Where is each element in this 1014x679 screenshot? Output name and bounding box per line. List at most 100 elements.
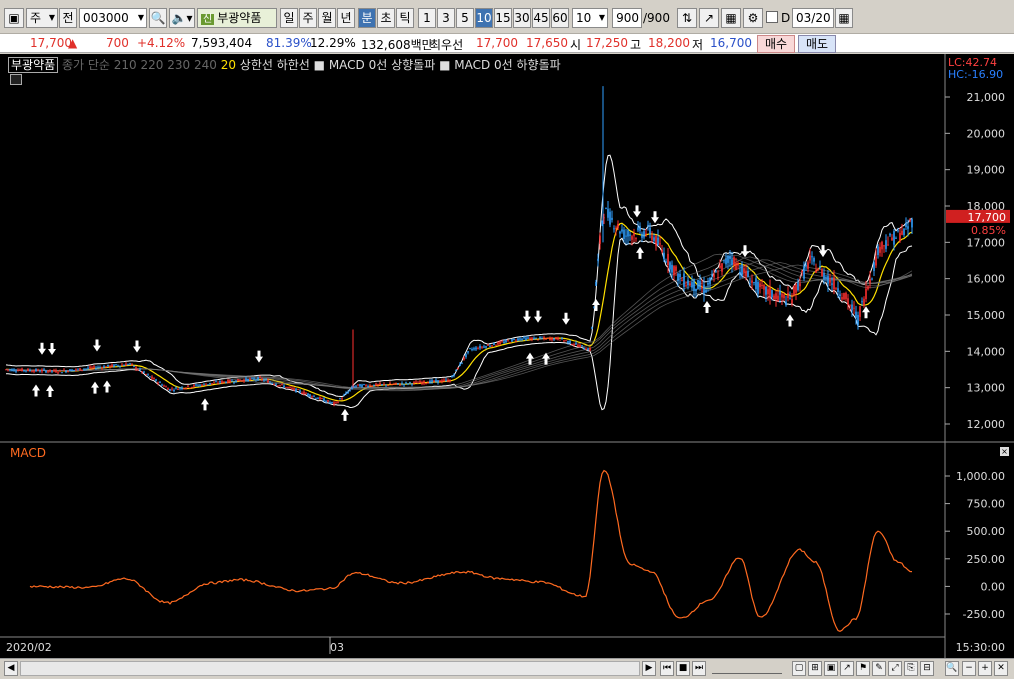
candle-body bbox=[679, 273, 681, 278]
price-tick-label: 17,000 bbox=[967, 236, 1006, 249]
candle-body bbox=[885, 240, 887, 249]
candle-body bbox=[437, 380, 439, 383]
scroll-track[interactable] bbox=[20, 661, 640, 676]
candle-body bbox=[99, 367, 101, 369]
chart-canvas[interactable]: 21,00020,00019,00018,00017,00016,00015,0… bbox=[0, 54, 1014, 658]
candle-body bbox=[341, 398, 343, 400]
candle-body bbox=[469, 348, 471, 350]
window-split-icon[interactable]: ▦ bbox=[721, 8, 741, 28]
candle-body bbox=[417, 382, 419, 384]
minute-15[interactable]: 15 bbox=[494, 8, 512, 28]
candle-body bbox=[475, 347, 477, 350]
candle-body bbox=[579, 345, 581, 348]
minute-10[interactable]: 10 bbox=[475, 8, 493, 28]
candle-body bbox=[639, 226, 641, 231]
chart-panel[interactable]: 21,000 20,000 19,000 18,000 17,000 16,000 15,0… bbox=[0, 54, 1014, 658]
candle-body bbox=[207, 384, 209, 386]
buy-button[interactable]: 매수 bbox=[757, 35, 795, 53]
tool-icon-9[interactable]: ⊟ bbox=[920, 661, 934, 676]
candle-body bbox=[697, 279, 699, 289]
prev-button[interactable]: 전 bbox=[59, 8, 77, 28]
close-icon[interactable]: ✕ bbox=[994, 661, 1008, 676]
interval-tick[interactable]: 틱 bbox=[396, 8, 414, 28]
tool-icon-2[interactable]: ⊞ bbox=[808, 661, 822, 676]
minute-1[interactable]: 1 bbox=[418, 8, 436, 28]
candle-body bbox=[753, 282, 755, 284]
interval-second[interactable]: 초 bbox=[377, 8, 395, 28]
count-select[interactable]: 10 ▼ bbox=[572, 8, 608, 28]
tool-icon-1[interactable]: ▢ bbox=[792, 661, 806, 676]
candle-body bbox=[401, 383, 403, 385]
window-icon[interactable]: ▣ bbox=[4, 8, 24, 28]
candle-body bbox=[115, 364, 117, 366]
minute-30[interactable]: 30 bbox=[513, 8, 531, 28]
candle-body bbox=[463, 357, 465, 360]
ma20-line bbox=[5, 222, 913, 402]
candle-body bbox=[619, 231, 621, 234]
candle-body bbox=[769, 287, 771, 298]
interval-week[interactable]: 주 bbox=[299, 8, 317, 28]
candle-body bbox=[197, 385, 199, 387]
search-icon[interactable]: 🔍 bbox=[149, 8, 167, 28]
last-icon[interactable]: ⏭ bbox=[692, 661, 706, 676]
candle-body bbox=[781, 293, 783, 298]
sell-button[interactable]: 매도 bbox=[798, 35, 836, 53]
candle-body bbox=[43, 369, 45, 371]
candle-body bbox=[783, 294, 785, 299]
candle-body bbox=[269, 381, 271, 383]
minute-45[interactable]: 45 bbox=[532, 8, 550, 28]
candle-body bbox=[617, 223, 619, 229]
candle-body bbox=[519, 338, 521, 340]
zoom-in-icon[interactable]: + bbox=[978, 661, 992, 676]
date-input[interactable]: 03/20 bbox=[792, 8, 834, 28]
candle-body bbox=[683, 273, 685, 287]
macd-close-icon[interactable]: × bbox=[1000, 447, 1009, 456]
interval-month[interactable]: 월 bbox=[318, 8, 336, 28]
legend-grid-icon[interactable] bbox=[10, 74, 22, 85]
chart-tool-icon[interactable]: ⇅ bbox=[677, 8, 697, 28]
stock-code-input[interactable]: 003000 ▼ bbox=[79, 8, 147, 28]
candle-body bbox=[227, 379, 229, 384]
scroll-left-icon[interactable]: ◀ bbox=[4, 661, 18, 676]
tool-icon-3[interactable]: ▣ bbox=[824, 661, 838, 676]
candle-body bbox=[101, 367, 103, 369]
count-input[interactable]: 900 bbox=[612, 8, 642, 28]
compare-icon[interactable]: ↗ bbox=[699, 8, 719, 28]
minute-60[interactable]: 60 bbox=[551, 8, 569, 28]
candle-body bbox=[271, 382, 273, 384]
tool-icon-6[interactable]: ✎ bbox=[872, 661, 886, 676]
candle-body bbox=[215, 381, 217, 383]
speaker-icon[interactable]: 🔈▾ bbox=[169, 8, 195, 28]
minute-5[interactable]: 5 bbox=[456, 8, 474, 28]
date-checkbox[interactable] bbox=[766, 11, 778, 23]
minute-3[interactable]: 3 bbox=[437, 8, 455, 28]
tool-icon-5[interactable]: ⚑ bbox=[856, 661, 870, 676]
candle-body bbox=[347, 391, 349, 394]
candle-body bbox=[821, 269, 823, 277]
zoom-search-icon[interactable]: 🔍 bbox=[945, 661, 959, 676]
candle-body bbox=[763, 284, 765, 290]
zoom-slider[interactable] bbox=[712, 663, 782, 674]
candle-body bbox=[653, 237, 655, 241]
tool-icon-8[interactable]: ⎘ bbox=[904, 661, 918, 676]
price-tick-label: 15,000 bbox=[967, 309, 1006, 322]
stop-icon[interactable]: ■ bbox=[676, 661, 690, 676]
up-arrow-icon: ▲ bbox=[68, 36, 78, 50]
candle-body bbox=[827, 275, 829, 284]
candle-body bbox=[739, 271, 741, 274]
interval-minute[interactable]: 분 bbox=[358, 8, 376, 28]
zoom-out-icon[interactable]: − bbox=[962, 661, 976, 676]
first-icon[interactable]: ⏮ bbox=[660, 661, 674, 676]
tool-icon-4[interactable]: ↗ bbox=[840, 661, 854, 676]
period-type-select[interactable]: 주 ▼ bbox=[26, 8, 58, 28]
scroll-right-icon[interactable]: ▶ bbox=[642, 661, 656, 676]
interval-year[interactable]: 년 bbox=[337, 8, 355, 28]
tool-icon-7[interactable]: ⤢ bbox=[888, 661, 902, 676]
candle-body bbox=[879, 246, 881, 253]
interval-day[interactable]: 일 bbox=[280, 8, 298, 28]
turnover: 12.29% bbox=[310, 36, 356, 50]
calendar-icon[interactable]: ▦ bbox=[835, 8, 853, 28]
candle-body bbox=[329, 402, 331, 404]
gear-icon[interactable]: ⚙ bbox=[743, 8, 763, 28]
candle-body bbox=[447, 379, 449, 382]
